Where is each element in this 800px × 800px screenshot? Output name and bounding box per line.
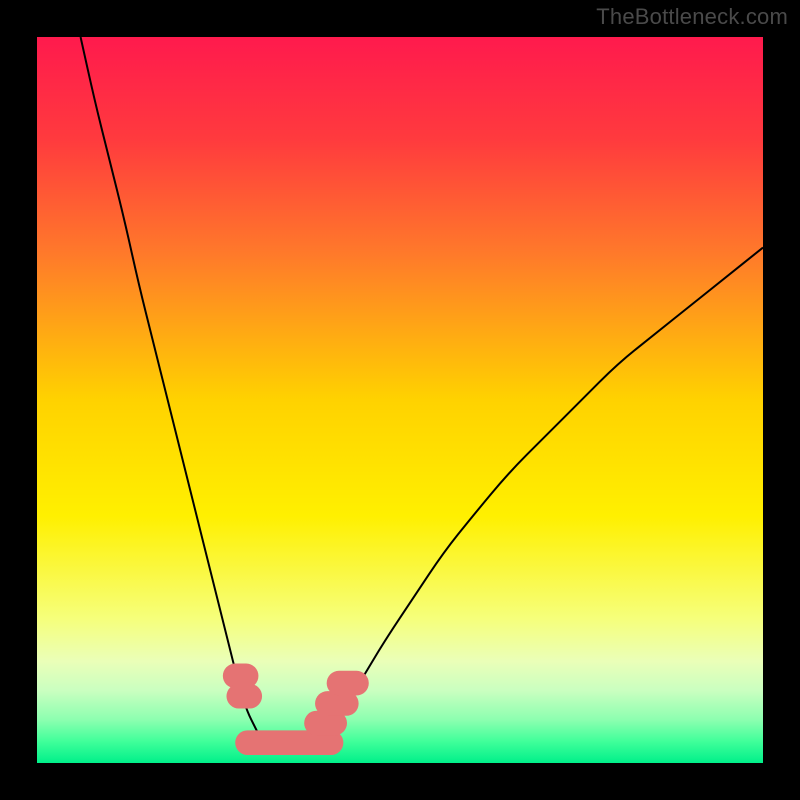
watermark-text: TheBottleneck.com xyxy=(596,4,788,30)
chart-svg xyxy=(37,37,763,763)
chart-plot-area xyxy=(37,37,763,763)
outer-frame: TheBottleneck.com xyxy=(0,0,800,800)
chart-background-gradient xyxy=(37,37,763,763)
